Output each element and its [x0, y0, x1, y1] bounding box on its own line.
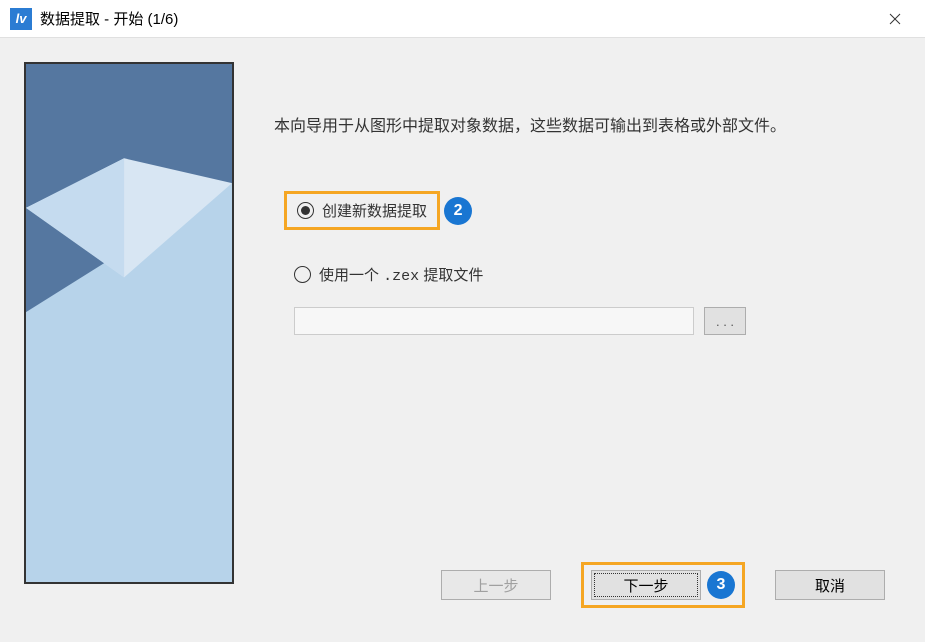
radio-icon-checked: [297, 202, 314, 219]
browse-button[interactable]: . . .: [704, 307, 746, 335]
dialog-content: 本向导用于从图形中提取对象数据，这些数据可输出到表格或外部文件。 创建新数据提取…: [0, 38, 925, 642]
radio-label-create-new: 创建新数据提取: [322, 200, 427, 221]
radio-create-new[interactable]: 创建新数据提取: [284, 191, 440, 230]
file-row: . . .: [284, 307, 901, 335]
back-button-wrap: 上一步: [431, 562, 561, 608]
annotation-badge-3: 3: [707, 571, 735, 599]
next-button-wrap: 下一步 3: [581, 562, 745, 608]
annotation-badge-2: 2: [444, 197, 472, 225]
cancel-button-wrap: 取消: [765, 562, 895, 608]
back-button[interactable]: 上一步: [441, 570, 551, 600]
next-button[interactable]: 下一步: [591, 570, 701, 600]
main-area: 本向导用于从图形中提取对象数据，这些数据可输出到表格或外部文件。 创建新数据提取…: [234, 62, 901, 618]
app-icon: lv: [10, 8, 32, 30]
radio-option-use-file: 使用一个 .zex 提取文件: [284, 258, 901, 291]
titlebar: lv 数据提取 - 开始 (1/6): [0, 0, 925, 38]
file-path-input[interactable]: [294, 307, 694, 335]
close-icon: [889, 13, 901, 25]
button-row: 上一步 下一步 3 取消: [431, 562, 895, 608]
radio-use-file[interactable]: 使用一个 .zex 提取文件: [284, 258, 493, 291]
wizard-description: 本向导用于从图形中提取对象数据，这些数据可输出到表格或外部文件。: [274, 112, 901, 136]
radio-icon-unchecked: [294, 266, 311, 283]
preview-panel: [24, 62, 234, 584]
radio-option-create-new: 创建新数据提取 2: [284, 191, 901, 230]
page-fold-graphic: [26, 64, 232, 582]
radio-label-use-file: 使用一个 .zex 提取文件: [319, 264, 483, 285]
cancel-button[interactable]: 取消: [775, 570, 885, 600]
window-title: 数据提取 - 开始 (1/6): [40, 8, 178, 29]
close-button[interactable]: [875, 0, 915, 38]
radio-group: 创建新数据提取 2 使用一个 .zex 提取文件 . . .: [274, 191, 901, 335]
